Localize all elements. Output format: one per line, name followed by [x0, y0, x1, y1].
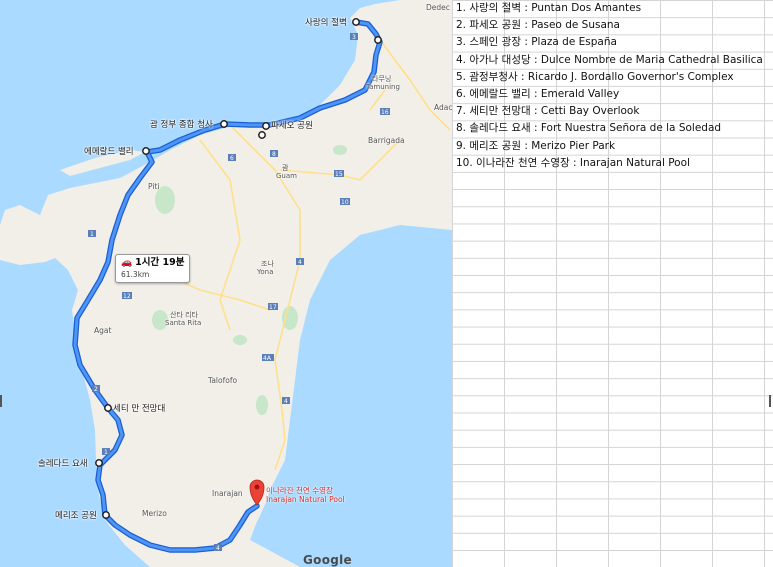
svg-text:6: 6: [230, 155, 234, 162]
itinerary-list: 1. 사랑의 절벽 : Puntan Dos Amantes 2. 파세오 공원…: [452, 0, 763, 172]
park-area: [233, 335, 247, 345]
park-area: [333, 145, 347, 155]
place-yona: Yona: [257, 268, 274, 276]
svg-text:4: 4: [284, 398, 288, 405]
svg-text:3: 3: [352, 34, 356, 41]
itinerary-row[interactable]: 3. 스페인 광장 : Plaza de España: [452, 34, 763, 51]
waypoint-marker: [104, 404, 112, 412]
place-adac: Adac: [434, 103, 452, 112]
svg-text:16: 16: [381, 109, 389, 116]
spreadsheet-panel[interactable]: 1. 사랑의 절벽 : Puntan Dos Amantes 2. 파세오 공원…: [452, 0, 773, 567]
waypoint-marker: [102, 511, 110, 519]
stop-label[interactable]: 에메랄드 밸리: [84, 145, 134, 157]
itinerary-row[interactable]: 5. 괌정부청사 : Ricardo J. Bordallo Governor'…: [452, 69, 763, 86]
car-icon: 🚗: [121, 258, 133, 268]
place-talofofo: Talofofo: [208, 376, 238, 385]
svg-text:12: 12: [123, 293, 131, 300]
itinerary-row[interactable]: 2. 파세오 공원 : Paseo de Susana: [452, 17, 763, 34]
place-merizo: Merizo: [142, 509, 167, 518]
place-agat: Agat: [94, 326, 112, 335]
window-edge-handle[interactable]: [769, 395, 771, 407]
svg-text:2: 2: [94, 386, 98, 393]
itinerary-row[interactable]: 4. 아가나 대성당 : Dulce Nombre de Maria Cathe…: [452, 52, 763, 69]
svg-text:4A: 4A: [263, 355, 272, 362]
waypoint-marker: [220, 120, 228, 128]
stop-label[interactable]: 사랑의 절벽: [305, 16, 347, 28]
place-piti: Piti: [148, 182, 160, 191]
place-barrigada: Barrigada: [368, 136, 405, 145]
svg-text:17: 17: [269, 304, 277, 311]
waypoint-marker: [374, 36, 382, 44]
svg-text:10: 10: [341, 199, 349, 206]
place-inarajan: Inarajan: [212, 489, 243, 498]
place-dededo: Dedec: [426, 3, 450, 12]
itinerary-row[interactable]: 6. 에메랄드 밸리 : Emerald Valley: [452, 86, 763, 103]
waypoint-marker: [262, 122, 270, 130]
google-attribution: Google: [303, 553, 352, 567]
destination-label-en: Inarajan Natural Pool: [266, 495, 345, 504]
place-tamuning: Tamuning: [366, 83, 400, 91]
itinerary-row[interactable]: 7. 세티만 전망대 : Cetti Bay Overlook: [452, 103, 763, 120]
svg-text:4: 4: [298, 259, 302, 266]
stop-label[interactable]: 메리조 공원: [55, 509, 97, 521]
svg-text:1: 1: [90, 231, 94, 238]
stop-label[interactable]: 세티 만 전망대: [113, 402, 165, 414]
svg-text:4: 4: [216, 545, 220, 552]
place-guam: Guam: [276, 172, 297, 180]
waypoint-marker: [258, 131, 266, 139]
svg-text:8: 8: [272, 151, 276, 158]
itinerary-row[interactable]: 10. 이나라잔 천연 수영장 : Inarajan Natural Pool: [452, 155, 763, 172]
park-area: [256, 395, 268, 415]
stop-label[interactable]: 파세오 공원: [271, 119, 313, 131]
itinerary-row[interactable]: 1. 사랑의 절벽 : Puntan Dos Amantes: [452, 0, 763, 17]
waypoint-marker: [352, 18, 360, 26]
waypoint-marker: [95, 459, 103, 467]
waypoint-marker: [142, 147, 150, 155]
map-view[interactable]: 3 8 16 6 15 10 1 4 17 12 4A 2 4 1 4 사랑의 …: [0, 0, 452, 567]
route-summary-callout[interactable]: 🚗 1시간 19분 61.3km: [115, 254, 191, 283]
destination-label-ko: 이나라잔 천연 수영장: [266, 486, 333, 495]
destination-label[interactable]: 이나라잔 천연 수영장 Inarajan Natural Pool: [266, 486, 345, 504]
svg-text:15: 15: [335, 171, 343, 178]
park-area: [282, 306, 298, 330]
itinerary-row[interactable]: 8. 솔레다드 요새 : Fort Nuestra Señora de la S…: [452, 120, 763, 137]
itinerary-row[interactable]: 9. 메리조 공원 : Merizo Pier Park: [452, 138, 763, 155]
stop-label[interactable]: 괌 정부 종합 청사: [150, 118, 213, 130]
svg-text:1: 1: [104, 449, 108, 456]
route-distance: 61.3km: [121, 270, 150, 279]
window-edge-handle[interactable]: [0, 395, 2, 407]
place-santarita: Santa Rita: [165, 319, 202, 327]
route-duration: 1시간 19분: [135, 257, 185, 268]
stop-label[interactable]: 솔레다드 요새: [38, 457, 88, 469]
